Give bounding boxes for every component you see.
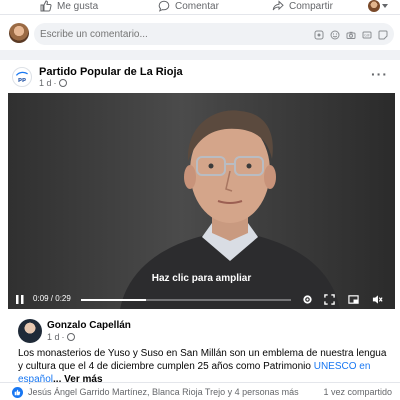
party-logo-icon: pp (15, 71, 28, 83)
emoji-icon[interactable] (330, 27, 340, 40)
video-controls: 0:09 / 0:29 (8, 289, 395, 309)
share-label: Compartir (289, 0, 333, 12)
avatar (368, 0, 380, 12)
dot-separator: · (53, 78, 57, 88)
globe-icon (58, 79, 67, 87)
author-name-link[interactable]: Gonzalo Capellán (47, 320, 131, 331)
avatar[interactable] (18, 319, 42, 343)
svg-text:GIF: GIF (364, 34, 370, 38)
chevron-down-icon (382, 4, 388, 8)
comment-composer: GIF (0, 14, 400, 50)
share-button[interactable]: Compartir (272, 0, 333, 12)
gear-icon[interactable] (302, 294, 313, 305)
post-card: pp Partido Popular de La Rioja 1 d · ··· (0, 60, 400, 400)
shares-count-link[interactable]: 1 vez compartido (323, 387, 392, 397)
page-avatar[interactable]: pp (12, 67, 32, 87)
post-text: Los monasterios de Yuso y Suso en San Mi… (18, 347, 390, 386)
comment-button[interactable]: Comentar (158, 0, 219, 12)
page-name-link[interactable]: Partido Popular de La Rioja (39, 66, 183, 78)
video-progress-fill (81, 299, 147, 301)
post-meta: 1 d · (39, 78, 67, 88)
pause-icon[interactable] (16, 295, 24, 304)
like-button[interactable]: Me gusta (40, 0, 98, 12)
video-player[interactable]: Haz clic para ampliar 0:09 / 0:29 (8, 93, 395, 309)
video-expand-hint[interactable]: Haz clic para ampliar (8, 273, 395, 284)
thumbs-up-icon (40, 0, 52, 12)
author-meta: 1 d · (47, 332, 75, 342)
reactions-bar: Jesús Ángel Garrido Martínez, Blanca Rio… (0, 382, 400, 400)
dot-separator: · (61, 332, 65, 342)
reaction-names-link[interactable]: Jesús Ángel Garrido Martínez, Blanca Rio… (28, 387, 299, 397)
video-time: 0:09 / 0:29 (33, 294, 71, 303)
author-timestamp[interactable]: 1 d (47, 332, 60, 342)
globe-icon (66, 333, 75, 341)
svg-text:pp: pp (18, 77, 26, 83)
comment-icon (158, 0, 170, 12)
audience-selector[interactable] (368, 0, 388, 12)
picture-in-picture-icon[interactable] (348, 294, 359, 305)
comment-label: Comentar (175, 0, 219, 12)
gif-icon[interactable]: GIF (362, 27, 372, 39)
camera-icon[interactable] (346, 27, 356, 39)
comment-tools: GIF (314, 27, 388, 40)
sticker-icon[interactable] (378, 27, 388, 40)
avatar (9, 23, 29, 43)
avatar-sticker-icon[interactable] (314, 27, 324, 40)
video-progress-bar[interactable] (81, 299, 291, 301)
share-icon (272, 0, 284, 11)
fullscreen-icon[interactable] (324, 294, 335, 305)
post-timestamp[interactable]: 1 d (39, 78, 52, 88)
post-actions-bar: Me gusta Comentar Compartir (0, 0, 400, 14)
like-label: Me gusta (57, 0, 99, 12)
like-reaction-icon[interactable] (12, 387, 23, 398)
more-options-button[interactable]: ··· (371, 66, 388, 82)
mute-icon[interactable] (372, 294, 383, 305)
